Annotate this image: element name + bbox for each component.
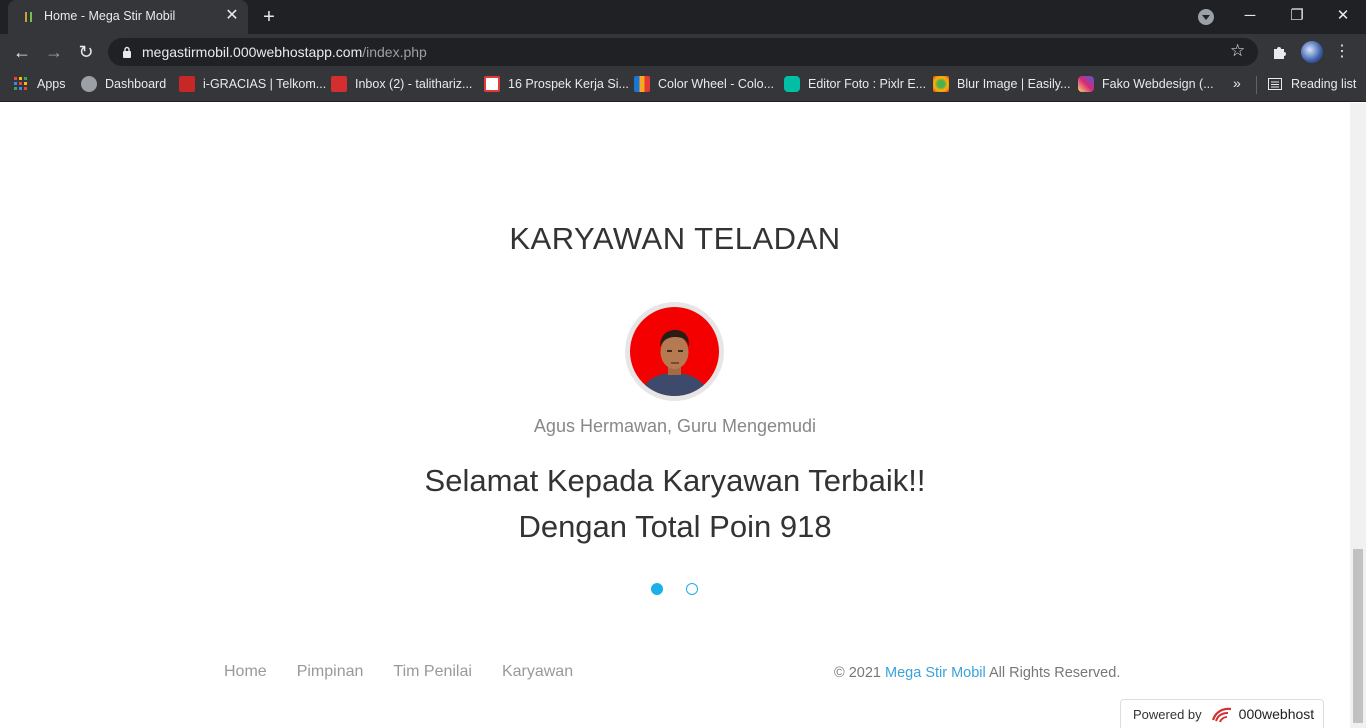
url-host: megastirmobil.000webhostapp.com bbox=[142, 44, 363, 60]
profile-avatar[interactable] bbox=[1301, 41, 1323, 63]
powered-by-badge[interactable]: Powered by 000webhost bbox=[1120, 699, 1324, 728]
section-title: KARYAWAN TELADAN bbox=[509, 221, 841, 256]
bookmark-star-icon[interactable]: ☆ bbox=[1230, 41, 1245, 61]
blur-image-favicon-icon bbox=[933, 76, 949, 92]
url-text: megastirmobil.000webhostapp.com/index.ph… bbox=[142, 44, 427, 60]
bookmark-label: i-GRACIAS | Telkom... bbox=[203, 77, 327, 91]
bookmark-dashboard[interactable]: Dashboard bbox=[81, 70, 166, 98]
carousel-dot-1[interactable] bbox=[651, 583, 663, 595]
bookmark-label: Blur Image | Easily... bbox=[957, 77, 1071, 91]
footer-link-pimpinan[interactable]: Pimpinan bbox=[297, 663, 364, 681]
bookmark-color-wheel[interactable]: Color Wheel - Colo... bbox=[634, 70, 774, 98]
employee-avatar bbox=[625, 302, 724, 401]
footer-link-karyawan[interactable]: Karyawan bbox=[502, 663, 573, 681]
menu-kebab-icon[interactable]: ⋮ bbox=[1334, 41, 1350, 63]
reading-list-button[interactable]: Reading list bbox=[1267, 70, 1356, 98]
close-window-icon[interactable]: ✕ bbox=[1333, 6, 1353, 26]
pixlr-favicon-icon bbox=[784, 76, 800, 92]
reading-list-label: Reading list bbox=[1291, 77, 1357, 91]
active-tab[interactable]: Home - Mega Stir Mobil ✕ bbox=[8, 0, 248, 34]
copyright: © 2021 Mega Stir Mobil All Rights Reserv… bbox=[834, 665, 1120, 681]
minimize-icon[interactable]: ─ bbox=[1240, 6, 1260, 26]
powered-host: 000webhost bbox=[1238, 706, 1315, 722]
tab-close-icon[interactable]: ✕ bbox=[224, 8, 240, 24]
igracias-favicon-icon bbox=[179, 76, 195, 92]
points-headline: Dengan Total Poin 918 bbox=[518, 509, 832, 544]
color-wheel-favicon-icon bbox=[634, 76, 650, 92]
restore-icon[interactable]: ❐ bbox=[1287, 6, 1307, 26]
bookmark-inbox[interactable]: Inbox (2) - talithariz... bbox=[331, 70, 472, 98]
lock-icon bbox=[123, 46, 131, 58]
inbox-favicon-icon bbox=[331, 76, 347, 92]
apps-grid-icon bbox=[14, 77, 27, 90]
tab-bar: Home - Mega Stir Mobil ✕ + ─ ❐ ✕ bbox=[0, 0, 1366, 34]
bookmark-apps[interactable]: Apps bbox=[13, 70, 66, 98]
bookmark-label: Color Wheel - Colo... bbox=[658, 77, 775, 91]
bookmark-label: Apps bbox=[37, 77, 66, 91]
employee-photo bbox=[630, 307, 719, 396]
copyright-prefix: © 2021 bbox=[834, 665, 881, 681]
browser-toolbar: ← → ↻ megastirmobil.000webhostapp.com/in… bbox=[0, 34, 1366, 70]
footer-link-home[interactable]: Home bbox=[224, 663, 267, 681]
bookmark-prospek[interactable]: 16 Prospek Kerja Si... bbox=[484, 70, 629, 98]
bookmark-label: Dashboard bbox=[105, 77, 167, 91]
page-scrollbar[interactable] bbox=[1350, 103, 1366, 728]
dashboard-favicon-icon bbox=[81, 76, 97, 92]
reading-list-icon bbox=[1268, 78, 1282, 90]
congrats-headline: Selamat Kepada Karyawan Terbaik!! bbox=[424, 463, 926, 498]
address-bar[interactable]: megastirmobil.000webhostapp.com/index.ph… bbox=[108, 38, 1258, 66]
employee-caption: Agus Hermawan, Guru Mengemudi bbox=[533, 416, 817, 436]
copyright-suffix: All Rights Reserved. bbox=[988, 665, 1121, 681]
new-tab-icon[interactable]: + bbox=[258, 6, 280, 28]
forward-icon[interactable]: → bbox=[43, 41, 65, 63]
more-bookmarks-icon[interactable]: » bbox=[1233, 75, 1241, 91]
bookmark-pixlr[interactable]: Editor Foto : Pixlr E... bbox=[784, 70, 926, 98]
person-portrait-icon bbox=[640, 330, 710, 396]
bookmark-igracias[interactable]: i-GRACIAS | Telkom... bbox=[179, 70, 326, 98]
reload-icon[interactable]: ↻ bbox=[75, 41, 97, 63]
bookmark-label: Fako Webdesign (... bbox=[1102, 77, 1214, 91]
bookmark-label: Inbox (2) - talithariz... bbox=[355, 77, 473, 91]
instagram-favicon-icon bbox=[1078, 76, 1094, 92]
bookmarks-bar: Apps Dashboard i-GRACIAS | Telkom... Inb… bbox=[0, 70, 1366, 102]
bookmark-label: 16 Prospek Kerja Si... bbox=[508, 77, 629, 91]
site-favicon-icon bbox=[25, 12, 32, 22]
webhost-logo-icon bbox=[1211, 707, 1231, 723]
tab-title: Home - Mega Stir Mobil bbox=[44, 9, 176, 23]
scrollbar-thumb[interactable] bbox=[1353, 549, 1363, 723]
back-icon[interactable]: ← bbox=[11, 41, 33, 63]
page-content: KARYAWAN TELADAN Agus Hermawan, Guru Men… bbox=[0, 103, 1350, 728]
url-path: /index.php bbox=[362, 44, 427, 60]
powered-prefix: Powered by bbox=[1133, 706, 1202, 722]
bookmarks-divider bbox=[1256, 76, 1257, 94]
bookmark-blur-image[interactable]: Blur Image | Easily... bbox=[933, 70, 1070, 98]
footer-link-tim-penilai[interactable]: Tim Penilai bbox=[393, 663, 472, 681]
extensions-puzzle-icon[interactable] bbox=[1270, 42, 1290, 62]
carousel-dot-2[interactable] bbox=[686, 583, 698, 595]
tab-search-icon[interactable] bbox=[1198, 9, 1214, 25]
bookmark-fako[interactable]: Fako Webdesign (... bbox=[1078, 70, 1214, 98]
brand-link[interactable]: Mega Stir Mobil bbox=[885, 665, 986, 681]
home-favicon-icon bbox=[484, 76, 500, 92]
footer-nav: Home Pimpinan Tim Penilai Karyawan bbox=[224, 663, 573, 681]
bookmark-label: Editor Foto : Pixlr E... bbox=[808, 77, 927, 91]
